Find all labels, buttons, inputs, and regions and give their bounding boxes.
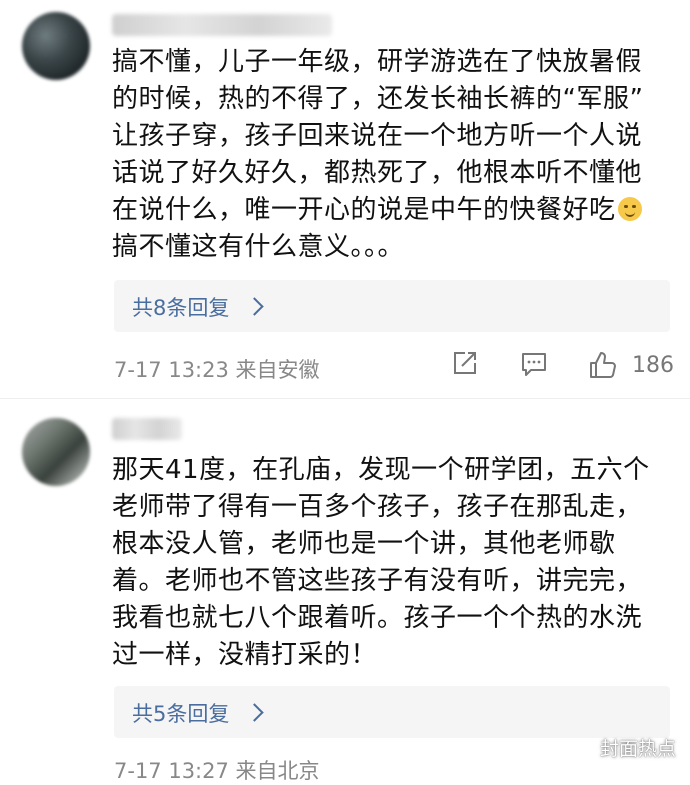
comment-line: 让孩子穿，孩子回来说在一个地方听一个人说 (112, 121, 643, 151)
comment-line: 我看也就七八个跟着听。孩子一个个热的水洗 (112, 603, 643, 633)
username-blurred[interactable] (112, 14, 332, 36)
username-blurred[interactable] (112, 418, 182, 440)
comment-line: 那天41度，在孔庙，发现一个研学团，五六个 (112, 455, 650, 485)
smile-emoji-icon (617, 197, 642, 221)
avatar[interactable] (22, 12, 90, 80)
comment-line: 的时候，热的不得了，还发长袖长裤的“军服” (112, 84, 644, 114)
comment-line: 搞不懂这有什么意义。。。 (112, 232, 405, 262)
replies-label: 共8条回复 (132, 296, 230, 320)
divider (0, 398, 690, 399)
view-replies-button[interactable]: 共8条回复 (114, 280, 670, 332)
view-replies-button[interactable]: 共5条回复 (114, 686, 670, 738)
comment-line: 根本没人管，老师也是一个讲，其他老师歇 (112, 529, 616, 559)
comment-1: 搞不懂，儿子一年级，研学游选在了快放暑假 的时候，热的不得了，还发长袖长裤的“军… (0, 0, 690, 400)
comment-actions: 186 (0, 346, 690, 386)
chevron-right-icon (245, 703, 264, 722)
comment-meta: 7-17 13:27 来自北京 (114, 759, 320, 783)
chevron-right-icon (245, 297, 264, 316)
comment-2: 那天41度，在孔庙，发现一个研学团，五六个 老师带了得有一百多个孩子，孩子在那乱… (0, 400, 690, 783)
comment-line: 在说什么，唯一开心的说是中午的快餐好吃 (112, 192, 672, 229)
share-icon[interactable] (452, 350, 478, 376)
comment-line-text: 在说什么，唯一开心的说是中午的快餐好吃 (112, 195, 616, 225)
comment-line: 老师带了得有一百多个孩子，孩子在那乱走， (112, 492, 643, 522)
replies-label: 共5条回复 (132, 702, 230, 726)
comment-icon[interactable] (520, 350, 548, 378)
weibo-logo-icon (572, 739, 593, 757)
comment-line: 着。老师也不管这些孩子有没有听，讲完完， (112, 566, 643, 596)
like-count: 186 (632, 353, 674, 378)
watermark: 封面热点 (572, 734, 676, 761)
comment-text: 搞不懂，儿子一年级，研学游选在了快放暑假 的时候，热的不得了，还发长袖长裤的“军… (112, 44, 672, 266)
thumbs-up-icon[interactable] (588, 350, 618, 380)
comment-line: 话说了好久好久，都热死了，他根本听不懂他 (112, 158, 643, 188)
avatar[interactable] (22, 418, 90, 486)
comment-line: 搞不懂，儿子一年级，研学游选在了快放暑假 (112, 47, 643, 77)
comment-text: 那天41度，在孔庙，发现一个研学团，五六个 老师带了得有一百多个孩子，孩子在那乱… (112, 452, 672, 674)
watermark-text: 封面热点 (599, 738, 676, 760)
comment-line: 过一样，没精打采的！ (112, 640, 378, 670)
